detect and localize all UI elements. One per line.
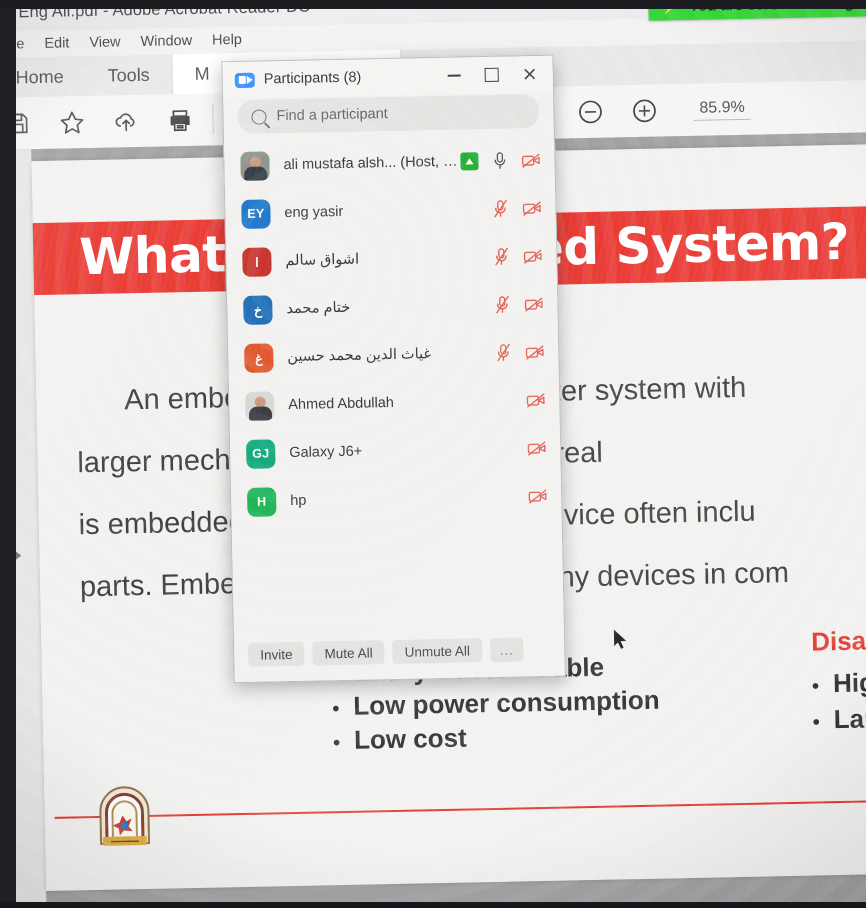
video-off-icon[interactable] xyxy=(525,391,545,409)
participant-status-icons xyxy=(491,247,542,266)
list-item[interactable]: EY eng yasir xyxy=(225,184,556,239)
avatar: غ xyxy=(244,342,274,373)
microphone-icon[interactable] xyxy=(489,152,509,170)
list-item: • Larger time to market xyxy=(812,696,866,737)
avatar xyxy=(245,390,275,421)
list-item: • Low cost xyxy=(333,715,764,758)
list-item[interactable]: Ahmed Abdullah xyxy=(229,376,560,431)
cloud-upload-icon[interactable] xyxy=(98,95,153,148)
list-item[interactable]: غ غياث الدين محمد حسين xyxy=(228,328,559,383)
avatar: خ xyxy=(243,294,273,325)
university-logo xyxy=(99,786,151,846)
microphone-muted-icon[interactable] xyxy=(490,199,510,218)
disadvantage-1: High development effort xyxy=(832,662,866,699)
bullet-dot-icon: • xyxy=(332,698,340,721)
participants-window-title: Participants (8) xyxy=(263,69,362,88)
bullet-dot-icon: • xyxy=(811,675,820,698)
avatar: ا xyxy=(242,246,272,277)
menu-item-view[interactable]: View xyxy=(89,34,120,51)
participant-status-icons xyxy=(490,199,541,218)
video-off-icon[interactable] xyxy=(522,247,542,265)
participant-status-icons xyxy=(460,151,540,171)
list-item[interactable]: ا اشواق سالم xyxy=(226,232,557,287)
participant-status-icons xyxy=(527,487,547,505)
participant-status-icons xyxy=(526,439,546,457)
participant-name: اشواق سالم xyxy=(285,251,360,270)
list-item[interactable]: خ ختام محمد xyxy=(227,280,558,335)
participant-name: ختام محمد xyxy=(286,299,351,318)
list-item[interactable]: ali mustafa alsh... (Host, me) xyxy=(224,136,555,191)
video-off-icon[interactable] xyxy=(526,439,546,457)
search-participant-field[interactable]: Find a participant xyxy=(237,93,540,135)
participant-name: eng yasir xyxy=(284,203,344,222)
avatar xyxy=(240,150,270,181)
maximize-icon[interactable] xyxy=(472,58,511,93)
avatar: EY xyxy=(241,198,271,229)
advantage-3: Low cost xyxy=(353,722,468,755)
video-off-icon[interactable] xyxy=(527,487,547,505)
close-icon[interactable]: × xyxy=(510,57,549,92)
participant-status-icons xyxy=(493,343,544,362)
participant-name: Ahmed Abdullah xyxy=(288,394,395,414)
star-icon[interactable] xyxy=(44,96,99,149)
participants-list[interactable]: ali mustafa alsh... (Host, me) EY eng ya… xyxy=(224,135,564,629)
video-off-icon[interactable] xyxy=(523,295,543,313)
participants-footer: Invite Mute All Unmute All ... xyxy=(233,621,565,683)
monitor-bezel-top xyxy=(0,0,866,9)
monitor-screen: Eng Ali.pdf - Adobe Acrobat Reader DC Fi… xyxy=(0,0,866,908)
toolbar-divider xyxy=(212,104,214,135)
list-item: • High development effort xyxy=(812,660,866,701)
more-options-button[interactable]: ... xyxy=(489,637,524,663)
minimize-icon[interactable] xyxy=(434,58,473,93)
footer-divider xyxy=(54,799,866,819)
zoom-level-value[interactable]: 85.9% xyxy=(693,98,752,121)
tab-tools[interactable]: Tools xyxy=(85,54,172,96)
zoom-out-icon[interactable] xyxy=(563,85,618,138)
list-item[interactable]: GJ Galaxy J6+ xyxy=(230,424,561,479)
menu-item-edit[interactable]: Edit xyxy=(44,35,69,51)
microphone-muted-icon[interactable] xyxy=(491,247,511,266)
microphone-muted-icon[interactable] xyxy=(493,343,513,362)
window-controls: × xyxy=(434,57,549,93)
monitor-bezel-bottom xyxy=(0,902,866,908)
participant-status-icons xyxy=(525,391,545,409)
list-item[interactable]: H hp xyxy=(231,472,562,527)
disadvantage-2: Larger time to market xyxy=(833,699,866,735)
unmute-all-button[interactable]: Unmute All xyxy=(392,638,483,665)
video-off-icon[interactable] xyxy=(524,343,544,361)
monitor-bezel-left xyxy=(0,0,16,908)
bullet-dot-icon: • xyxy=(332,732,341,755)
print-icon[interactable] xyxy=(152,94,207,147)
zoom-camera-icon xyxy=(234,72,255,88)
zoom-in-icon[interactable] xyxy=(617,84,672,137)
participants-title-bar[interactable]: Participants (8) × xyxy=(222,55,554,99)
microphone-muted-icon[interactable] xyxy=(492,295,512,314)
participant-name: Galaxy J6+ xyxy=(289,443,363,462)
zoom-participants-window: Participants (8) × Find a participant al… xyxy=(221,54,566,684)
invite-button[interactable]: Invite xyxy=(248,641,305,667)
disadvantages-column: Disadvantages • High development effort … xyxy=(811,618,866,737)
avatar: H xyxy=(246,486,277,517)
video-off-icon[interactable] xyxy=(520,151,540,169)
menu-item-window[interactable]: Window xyxy=(140,33,192,50)
menu-item-help[interactable]: Help xyxy=(212,32,242,49)
search-icon xyxy=(251,108,267,125)
disadvantages-heading: Disadvantages xyxy=(810,622,866,657)
participant-name: hp xyxy=(290,492,307,510)
mute-all-button[interactable]: Mute All xyxy=(312,640,385,666)
advantage-2: Low power consumption xyxy=(353,684,660,721)
participant-name: ali mustafa alsh... (Host, me) xyxy=(283,153,461,174)
participant-status-icons xyxy=(492,295,543,314)
photographed-screen: Eng Ali.pdf - Adobe Acrobat Reader DC Fi… xyxy=(0,0,866,908)
participant-name: غياث الدين محمد حسين xyxy=(287,346,432,366)
screen-share-badge-icon xyxy=(460,152,479,171)
bullet-dot-icon: • xyxy=(812,711,821,734)
search-placeholder: Find a participant xyxy=(276,106,388,125)
video-off-icon[interactable] xyxy=(521,199,541,217)
avatar: GJ xyxy=(245,438,276,469)
tab-document-label: M xyxy=(194,63,210,84)
